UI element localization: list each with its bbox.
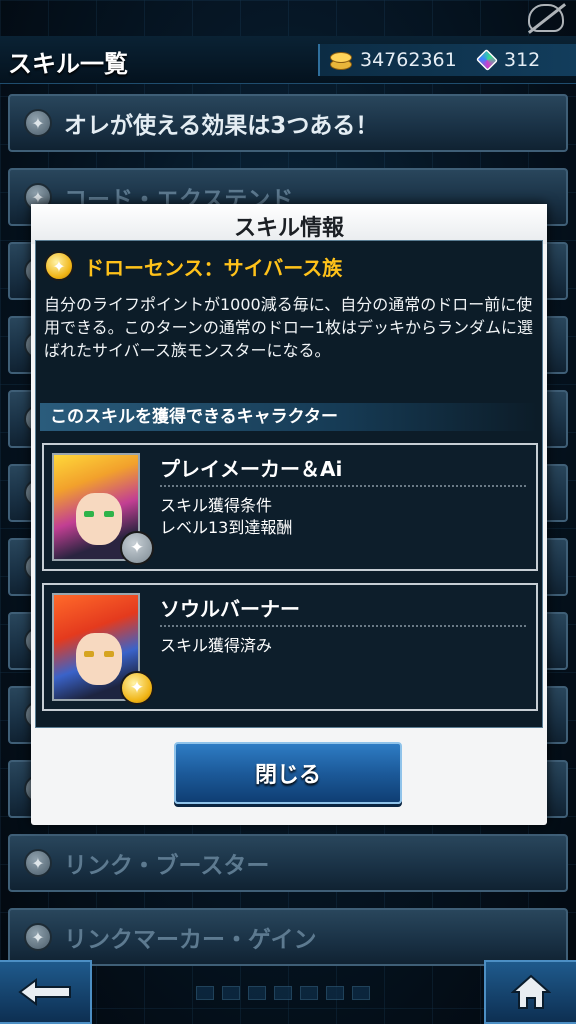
dialog-header: スキル情報 (31, 204, 547, 244)
character-info: スキル獲得条件 レベル13到達報酬 (160, 495, 292, 539)
close-button[interactable]: 閉じる (174, 742, 402, 804)
skill-list-label: リンクマーカー・ゲイン (64, 927, 317, 953)
acquire-condition-value: レベル13到達報酬 (160, 518, 293, 537)
star-badge-icon: ✦ (24, 849, 52, 877)
page-title: スキル一覧 (8, 50, 128, 78)
characters-header: このスキルを獲得できるキャラクター (40, 403, 538, 431)
character-card[interactable]: ✦ ソウルバーナー スキル獲得済み (42, 583, 538, 711)
character-info: スキル獲得済み (160, 635, 272, 657)
skill-description: 自分のライフポイントが1000減る毎に、自分の通常のドロー前に使用できる。このタ… (44, 295, 534, 360)
acquire-condition-label: スキル獲得条件 (160, 496, 273, 515)
skill-list-item[interactable]: ✦ オレが使える効果は3つある！ (8, 94, 568, 152)
skill-list-label: オレが使える効果は3つある！ (64, 113, 379, 139)
skill-name: ドローセンス：サイバース族 (84, 255, 343, 280)
bottom-nav (0, 956, 576, 1024)
home-button[interactable] (484, 960, 576, 1024)
star-badge-icon: ✦ (120, 671, 154, 705)
gem-icon (475, 48, 499, 72)
acquire-status: スキル獲得済み (160, 636, 273, 655)
gem-amount: 312 (504, 49, 541, 71)
back-arrow-icon (18, 978, 71, 1006)
star-badge-icon: ✦ (44, 251, 74, 281)
currency-display: 34762361 312 (318, 44, 576, 76)
character-name: ソウルバーナー (160, 597, 300, 621)
status-bar (0, 0, 576, 12)
header-bar: スキル一覧 34762361 312 (0, 36, 576, 84)
character-card[interactable]: ✦ プレイメーカー＆Ai スキル獲得条件 レベル13到達報酬 (42, 443, 538, 571)
star-badge-icon: ✦ (24, 109, 52, 137)
coin-stack-icon (328, 49, 354, 71)
character-name: プレイメーカー＆Ai (160, 457, 343, 481)
dialog-body: ✦ ドローセンス：サイバース族 自分のライフポイントが1000減る毎に、自分の通… (35, 240, 543, 728)
skill-list-item[interactable]: ✦ リンク・ブースター (8, 834, 568, 892)
dialog-title: スキル情報 (233, 216, 344, 241)
gold-amount: 34762361 (360, 49, 457, 71)
divider (160, 485, 526, 487)
skill-info-dialog: スキル情報 ✦ ドローセンス：サイバース族 自分のライフポイントが1000減る毎… (31, 204, 547, 825)
hide-ui-icon[interactable] (528, 4, 564, 32)
skill-list-label: リンク・ブースター (64, 853, 270, 879)
divider (160, 625, 526, 627)
home-icon (511, 974, 551, 1009)
page-indicator (196, 986, 370, 1000)
star-badge-icon: ✦ (24, 923, 52, 951)
back-button[interactable] (0, 960, 92, 1024)
skill-heading: ✦ ドローセンス：サイバース族 (44, 251, 342, 281)
star-badge-icon: ✦ (120, 531, 154, 565)
